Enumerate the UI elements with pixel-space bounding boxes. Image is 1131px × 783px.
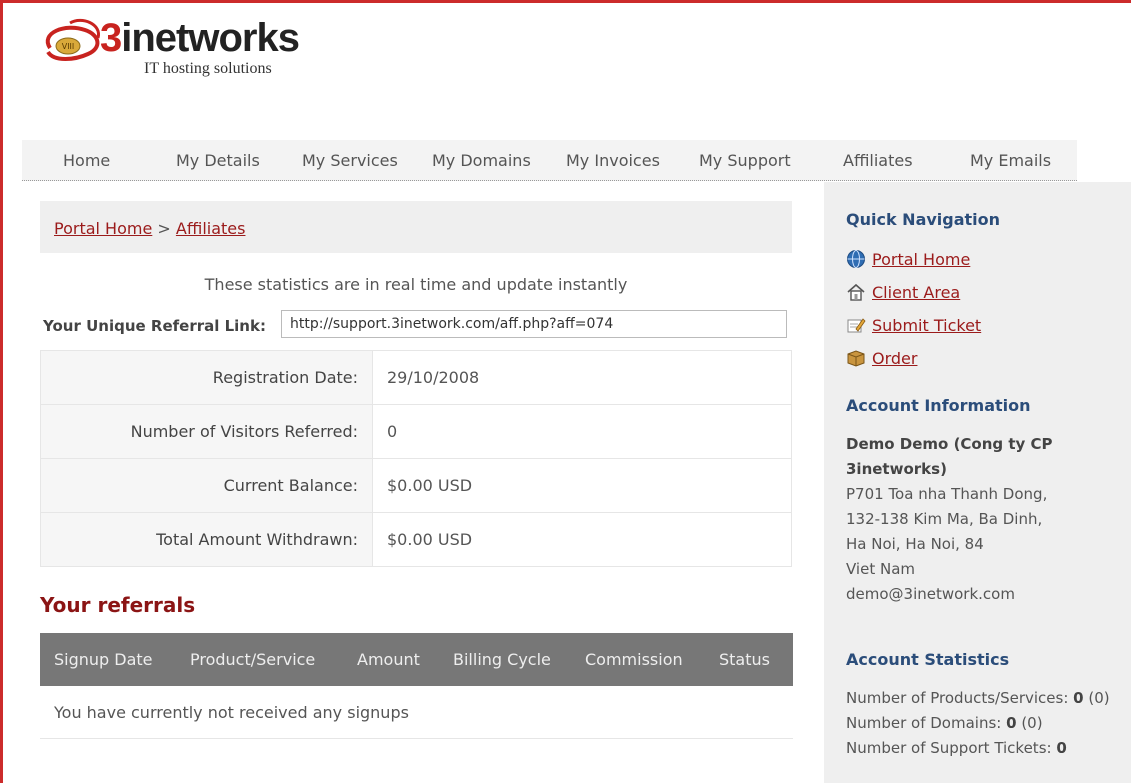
- account-information: Demo Demo (Cong ty CP 3inetworks) P701 T…: [846, 432, 1121, 607]
- breadcrumb-separator: >: [157, 219, 171, 238]
- account-information-title: Account Information: [846, 396, 1031, 415]
- quick-link-submit-ticket[interactable]: Submit Ticket: [846, 314, 981, 336]
- box-icon: [847, 350, 865, 367]
- visitors-referred-value: 0: [387, 422, 398, 441]
- referrals-empty-message: You have currently not received any sign…: [40, 686, 793, 739]
- column-commission[interactable]: Commission: [585, 650, 683, 669]
- quick-link-label[interactable]: Client Area: [872, 283, 960, 302]
- breadcrumb: Portal Home > Affiliates: [40, 201, 792, 253]
- table-row: Current Balance: $0.00 USD: [41, 459, 791, 513]
- column-amount[interactable]: Amount: [357, 650, 420, 669]
- referrals-table-header: Signup Date Product/Service Amount Billi…: [40, 633, 793, 686]
- realtime-note: These statistics are in real time and up…: [204, 275, 628, 294]
- referrals-table: Signup Date Product/Service Amount Billi…: [40, 633, 793, 739]
- current-balance-label: Current Balance:: [41, 459, 373, 512]
- nav-my-invoices[interactable]: My Invoices: [566, 151, 660, 170]
- quick-link-client-area[interactable]: Client Area: [846, 281, 960, 303]
- current-balance-value: $0.00 USD: [387, 476, 473, 495]
- globe-icon: [847, 250, 865, 268]
- registration-date-label: Registration Date:: [41, 351, 373, 404]
- account-name: Demo Demo (Cong ty CP 3inetworks): [846, 435, 1053, 478]
- affiliate-stats-table: Registration Date: 29/10/2008 Number of …: [40, 350, 792, 567]
- column-billing-cycle[interactable]: Billing Cycle: [453, 650, 551, 669]
- window-frame-top: [0, 0, 1131, 3]
- nav-my-support[interactable]: My Support: [699, 151, 791, 170]
- column-status[interactable]: Status: [719, 650, 770, 669]
- sidebar: Quick Navigation Portal Home Client Area…: [824, 182, 1131, 783]
- quick-navigation-title: Quick Navigation: [846, 210, 1001, 229]
- brand-tagline: IT hosting solutions: [144, 60, 272, 77]
- quick-link-label[interactable]: Order: [872, 349, 917, 368]
- quick-link-order[interactable]: Order: [846, 347, 917, 369]
- nav-my-emails[interactable]: My Emails: [970, 151, 1051, 170]
- support-tickets-label: Number of Support Tickets:: [846, 739, 1052, 757]
- domains-label: Number of Domains:: [846, 714, 1002, 732]
- breadcrumb-affiliates[interactable]: Affiliates: [176, 219, 246, 238]
- breadcrumb-portal-home[interactable]: Portal Home: [54, 219, 152, 238]
- registration-date-value: 29/10/2008: [387, 368, 480, 387]
- account-country: Viet Nam: [846, 560, 916, 578]
- nav-my-domains[interactable]: My Domains: [432, 151, 531, 170]
- account-statistics: Number of Products/Services: 0 (0) Numbe…: [846, 686, 1121, 761]
- quick-link-label[interactable]: Portal Home: [872, 250, 970, 269]
- main-nav: Home My Details My Services My Domains M…: [22, 140, 1077, 181]
- account-address-line-3: Ha Noi, Ha Noi, 84: [846, 535, 984, 553]
- visitors-referred-label: Number of Visitors Referred:: [41, 405, 373, 458]
- account-address-line-1: P701 Toa nha Thanh Dong,: [846, 485, 1048, 503]
- logo-badge-text: VIII: [62, 42, 75, 51]
- nav-my-services[interactable]: My Services: [302, 151, 398, 170]
- column-product-service[interactable]: Product/Service: [190, 650, 315, 669]
- table-row: Number of Visitors Referred: 0: [41, 405, 791, 459]
- products-services-extra: (0): [1088, 689, 1110, 707]
- account-statistics-title: Account Statistics: [846, 650, 1010, 669]
- house-icon: [847, 283, 865, 301]
- domains-count: 0: [1006, 714, 1017, 732]
- site-logo[interactable]: VIII 3inetworks IT hosting solutions: [40, 16, 340, 88]
- account-address-line-2: 132-138 Kim Ma, Ba Dinh,: [846, 510, 1043, 528]
- referral-link-input[interactable]: [281, 310, 787, 338]
- brand-name: 3inetworks: [100, 16, 300, 60]
- window-frame-left: [0, 0, 3, 783]
- domains-extra: (0): [1021, 714, 1043, 732]
- referrals-title: Your referrals: [40, 593, 196, 617]
- table-row: Registration Date: 29/10/2008: [41, 351, 791, 405]
- table-row: Total Amount Withdrawn: $0.00 USD: [41, 513, 791, 566]
- nav-affiliates[interactable]: Affiliates: [843, 151, 913, 170]
- referral-link-label: Your Unique Referral Link:: [43, 317, 266, 335]
- total-withdrawn-value: $0.00 USD: [387, 530, 473, 549]
- nav-home[interactable]: Home: [63, 151, 110, 170]
- quick-link-portal-home[interactable]: Portal Home: [846, 248, 970, 270]
- column-signup-date[interactable]: Signup Date: [54, 650, 153, 669]
- support-tickets-count: 0: [1056, 739, 1067, 757]
- products-services-label: Number of Products/Services:: [846, 689, 1069, 707]
- account-email: demo@3inetwork.com: [846, 585, 1015, 603]
- quick-link-label[interactable]: Submit Ticket: [872, 316, 981, 335]
- edit-icon: [847, 318, 866, 333]
- total-withdrawn-label: Total Amount Withdrawn:: [41, 513, 373, 566]
- products-services-count: 0: [1073, 689, 1084, 707]
- nav-my-details[interactable]: My Details: [176, 151, 260, 170]
